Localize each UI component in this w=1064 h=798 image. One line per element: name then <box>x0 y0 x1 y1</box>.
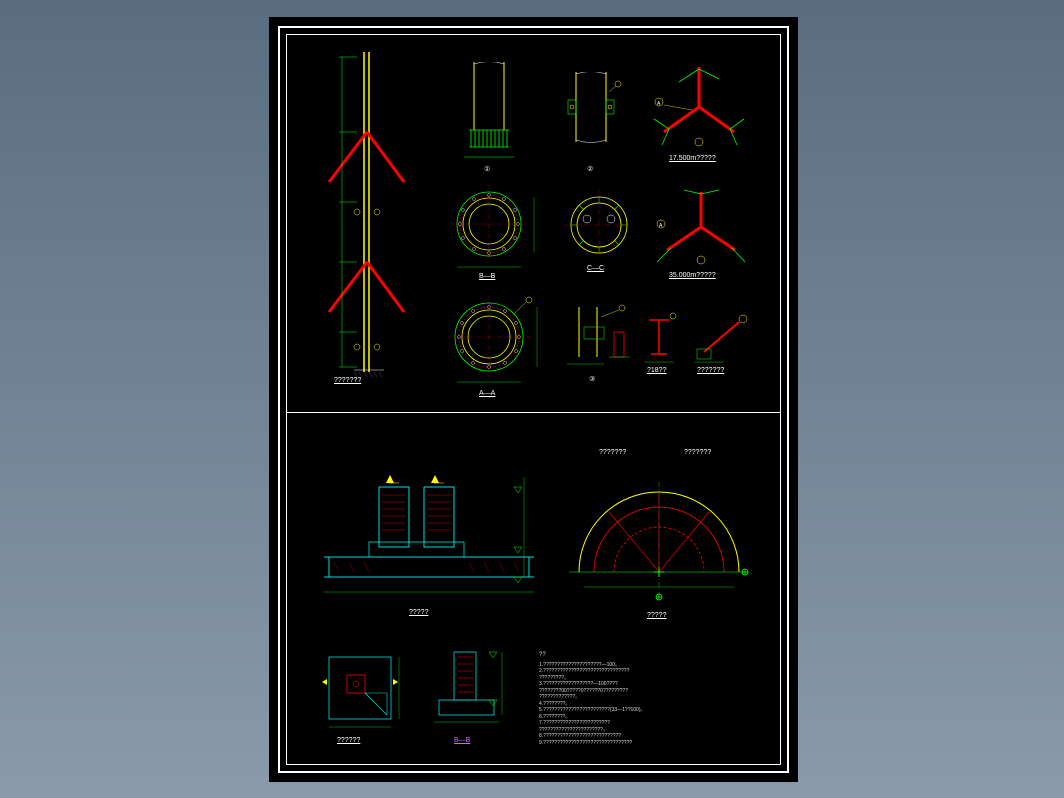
detail-cylinder-2 <box>554 72 629 152</box>
notes-line: 9.???????????????????????????????? <box>539 740 779 747</box>
foundation-elevation <box>314 447 544 607</box>
notes-title: ?? <box>539 652 779 660</box>
tower-elevation <box>309 52 429 382</box>
semi-title-left: ??????? <box>599 449 626 456</box>
drawing-notes: ?? 1.?????????????????????—100。 2.??????… <box>539 652 779 746</box>
section-cc-label: C—C <box>587 265 604 272</box>
pedestal-section-bb <box>424 642 514 737</box>
section-bb-bottom-label: B—B <box>454 737 470 744</box>
section-cc-ring <box>559 187 644 267</box>
svg-text:A: A <box>659 223 663 229</box>
detail-2-label: ② <box>587 165 593 173</box>
sheet-divider <box>286 412 781 413</box>
elevation-title: ??????? <box>334 377 361 384</box>
elev-35-label: 35.000m????? <box>669 272 716 279</box>
t-section-label: ?18?? <box>647 367 666 374</box>
detail-3-label: ③ <box>589 375 595 383</box>
detail-3-group <box>559 302 639 382</box>
section-bb-label: B—B <box>479 273 495 280</box>
y-brace-17-5: A <box>644 57 759 157</box>
semi-title-right: ??????? <box>684 449 711 456</box>
svg-text:A: A <box>657 101 661 107</box>
foundation-plan-semicircle <box>559 437 759 617</box>
t-section-detail <box>639 312 684 372</box>
semi-label: ????? <box>647 612 666 619</box>
pedestal-plan <box>319 647 404 732</box>
bolt-diagonal-detail <box>689 307 759 372</box>
elev-17-5-label: 17.500m????? <box>669 155 716 162</box>
cad-drawing-sheet: ??????? ① ② <box>269 17 798 782</box>
y-brace-35: A <box>649 182 759 272</box>
detail-1-label: ① <box>484 165 490 173</box>
pedestal-plan-label: ?????? <box>337 737 360 744</box>
detail-cylinder-1 <box>449 62 539 162</box>
bolt-detail-label: ??????? <box>697 367 724 374</box>
section-aa-label: A—A <box>479 390 495 397</box>
section-aa-flange <box>439 292 544 390</box>
section-bb-flange <box>439 182 544 277</box>
foundation-title: ????? <box>409 609 428 616</box>
